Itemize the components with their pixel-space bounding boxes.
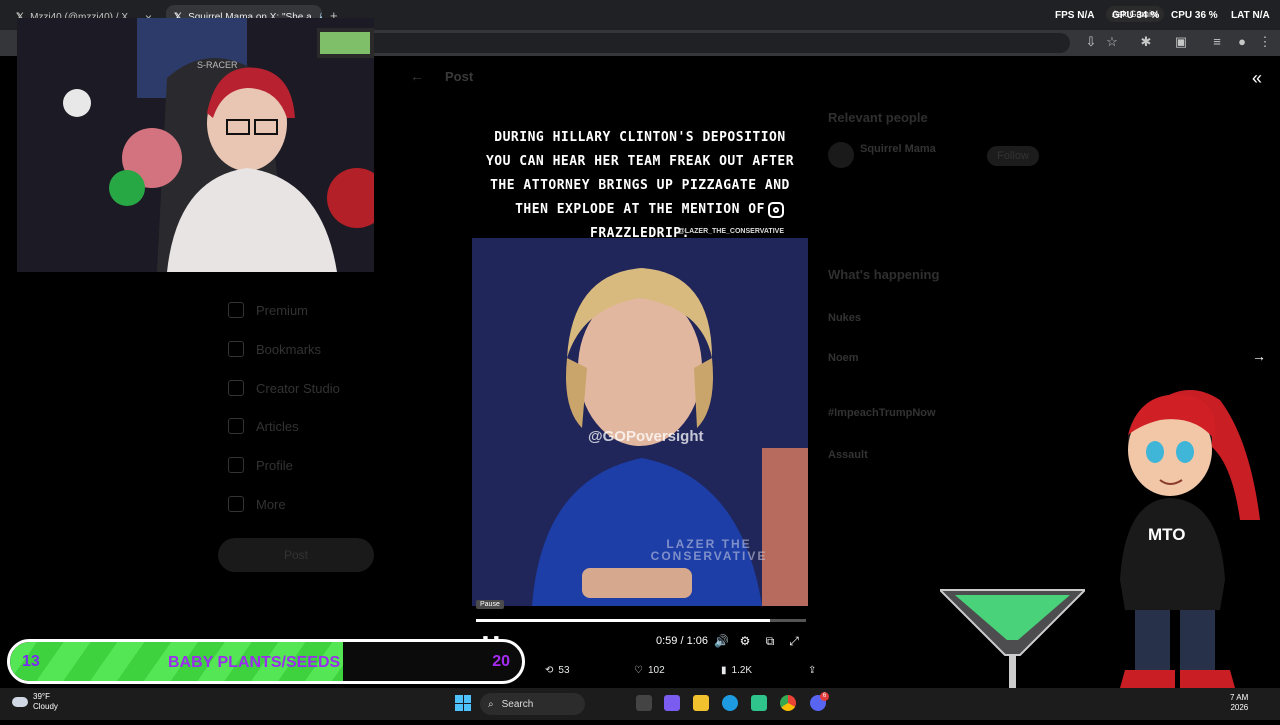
whats-happening-heading: What's happening xyxy=(828,267,940,282)
collapse-panel-icon[interactable]: « xyxy=(1252,68,1262,89)
clock-date: 2026 xyxy=(1230,703,1249,712)
person-name[interactable]: Squirrel Mama xyxy=(860,143,936,155)
avatar-shirt-text: MTO xyxy=(1148,525,1185,544)
next-arrow-icon[interactable]: → xyxy=(1252,348,1266,364)
bar-chart-icon: ▮ xyxy=(721,665,727,676)
chrome-icon[interactable] xyxy=(780,695,796,711)
app-icon[interactable] xyxy=(751,695,767,711)
cloud-icon xyxy=(12,697,28,707)
volume-icon[interactable]: 🔊 xyxy=(714,634,729,648)
nav-articles[interactable]: Articles xyxy=(228,418,299,434)
video-frame[interactable]: @GOPoversight LAZER THE CONSERVATIVE xyxy=(472,238,808,606)
hud-fps: FPS N/A xyxy=(1055,10,1095,21)
svg-text:S-RACER: S-RACER xyxy=(197,60,238,70)
more-icon xyxy=(228,496,244,512)
video-progress-fill xyxy=(476,619,770,622)
nav-bookmarks[interactable]: Bookmarks xyxy=(228,341,321,357)
search-icon: ⌕ xyxy=(488,698,494,710)
post-button[interactable]: Post xyxy=(218,538,374,572)
trend-item[interactable]: Noem xyxy=(828,352,859,364)
trend-item[interactable]: Nukes xyxy=(828,312,861,324)
person-icon xyxy=(228,457,244,473)
share-icon: ⇪ xyxy=(808,665,817,676)
weather-temp: 39°F xyxy=(33,692,50,701)
nav-creator-studio[interactable]: Creator Studio xyxy=(228,380,340,396)
nav-premium[interactable]: Premium xyxy=(228,302,308,318)
goal-max: 20 xyxy=(492,653,510,670)
profile-avatar-icon[interactable]: ● xyxy=(1233,33,1251,51)
article-icon xyxy=(228,418,244,434)
taskbar-search[interactable]: ⌕ Search xyxy=(480,693,585,715)
video-caption-area: During Hillary Clinton's deposition you … xyxy=(472,118,808,241)
copilot-icon[interactable] xyxy=(664,695,680,711)
install-icon[interactable]: ⇩ xyxy=(1082,33,1100,51)
share-button[interactable]: ⇪ xyxy=(808,665,816,676)
back-arrow-icon[interactable]: ← xyxy=(410,68,424,84)
file-explorer-icon[interactable] xyxy=(693,695,709,711)
goal-label: BABY PLANTS/SEEDS xyxy=(168,654,341,671)
webcam-feed: S-RACER xyxy=(17,18,374,272)
goal-current: 13 xyxy=(22,653,40,670)
video-handle: @LAZER_THE_CONSERVATIVE xyxy=(677,228,784,235)
edge-icon[interactable] xyxy=(722,695,738,711)
weather-widget[interactable]: 39°F Cloudy xyxy=(33,692,58,712)
instagram-icon xyxy=(768,202,784,218)
trend-item[interactable]: #ImpeachTrumpNow xyxy=(828,407,936,419)
nav-profile[interactable]: Profile xyxy=(228,457,293,473)
nav-more[interactable]: More xyxy=(228,496,286,512)
hud-lat: LAT N/A xyxy=(1231,10,1270,21)
fullscreen-icon[interactable]: ⤢ xyxy=(787,634,801,648)
menu-kebab-icon[interactable]: ⋮ xyxy=(1256,33,1274,51)
bookmark-icon xyxy=(228,341,244,357)
bookmark-star-icon[interactable]: ☆ xyxy=(1103,33,1121,51)
extensions-icon[interactable]: ✱ xyxy=(1137,33,1155,51)
settings-gear-icon[interactable]: ⚙ xyxy=(738,634,752,648)
video-watermark: @GOPoversight xyxy=(588,428,704,445)
avatar-drawing: MTO xyxy=(1120,390,1260,688)
sidepanel-icon[interactable]: ▣ xyxy=(1172,33,1190,51)
clock-time: 7 AM xyxy=(1230,693,1249,702)
page-title: Post xyxy=(445,69,474,84)
hud-cpu: CPU 36 % xyxy=(1171,10,1218,21)
pause-tooltip: Pause xyxy=(476,600,504,609)
like-button[interactable]: ♡ 102 xyxy=(634,665,665,676)
video-watermark-logo: LAZER THE CONSERVATIVE xyxy=(650,537,768,563)
webcam-scene: S-RACER xyxy=(17,18,374,272)
views-button[interactable]: ▮ 1.2K xyxy=(721,665,752,676)
video-time: 0:59 / 1:06 xyxy=(656,635,708,647)
notification-badge: 6 xyxy=(820,692,829,701)
stream-goal-bar: 13 BABY PLANTS/SEEDS 20 xyxy=(7,639,525,684)
picture-in-picture-icon[interactable]: ⧉ xyxy=(763,634,777,648)
creator-icon xyxy=(228,380,244,396)
repost-button[interactable]: ⟲ 53 xyxy=(545,665,570,676)
search-placeholder: Search xyxy=(501,698,534,710)
avatar xyxy=(828,142,854,168)
relevant-people-heading: Relevant people xyxy=(828,110,928,125)
weather-condition: Cloudy xyxy=(33,702,58,711)
trend-item[interactable]: Assault xyxy=(828,449,868,461)
hud-gpu: GPU 34 % xyxy=(1112,10,1160,21)
windows-start-icon[interactable] xyxy=(455,695,471,711)
vtuber-avatar: MTO xyxy=(1100,380,1270,688)
tray-clock[interactable]: 7 AM 2026 xyxy=(1230,693,1248,713)
task-view-icon[interactable] xyxy=(636,695,652,711)
heart-icon: ♡ xyxy=(634,665,643,676)
repost-icon: ⟲ xyxy=(545,665,554,676)
follow-button[interactable]: Follow xyxy=(987,146,1039,166)
reading-list-icon[interactable]: ≡ xyxy=(1208,33,1226,51)
premium-icon xyxy=(228,302,244,318)
